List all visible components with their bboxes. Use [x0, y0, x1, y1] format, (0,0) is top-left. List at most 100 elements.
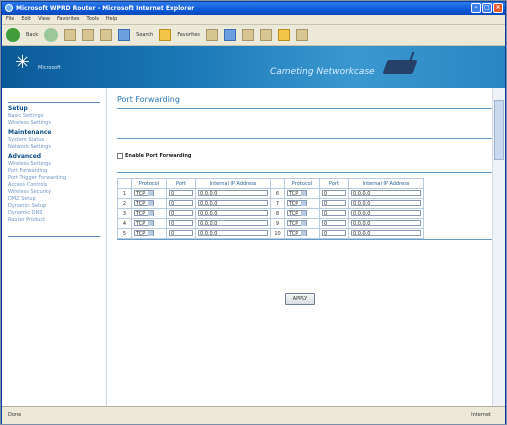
menu-help[interactable]: Help [106, 15, 117, 24]
protocol-select[interactable]: TCP [287, 220, 307, 227]
col-ip-2: Internal IP Address [348, 178, 424, 189]
chevron-down-icon[interactable] [148, 201, 153, 206]
port-input[interactable]: 0 [169, 190, 193, 197]
sidebar-item-dynamic-setup[interactable]: Dynamic Setup [2, 203, 106, 210]
minimize-button[interactable]: – [471, 3, 481, 13]
col-port-1: Port [166, 178, 196, 189]
maximize-button[interactable]: □ [482, 3, 492, 13]
sidebar-item-basic-settings[interactable]: Basic Settings [2, 113, 106, 120]
title-divider [117, 108, 493, 109]
sidebar-item-adv-wireless[interactable]: Wireless Settings [2, 161, 106, 168]
enable-port-forwarding-checkbox[interactable] [117, 153, 123, 159]
chevron-down-icon[interactable] [148, 221, 153, 226]
row-number: 1 [117, 188, 132, 199]
sidebar-item-port-forwarding[interactable]: Port Forwarding [2, 168, 106, 175]
port-input[interactable]: 0 [169, 200, 193, 207]
protocol-select[interactable]: TCP [134, 220, 154, 227]
menu-view[interactable]: View [38, 15, 50, 24]
protocol-select[interactable]: TCP [287, 200, 307, 207]
ip-address-input[interactable]: 0.0.0.0 [198, 200, 268, 207]
ip-address-input[interactable]: 0.0.0.0 [351, 230, 421, 237]
port-input[interactable]: 0 [322, 200, 346, 207]
chevron-down-icon[interactable] [301, 231, 306, 236]
ip-address-input[interactable]: 0.0.0.0 [351, 210, 421, 217]
chevron-down-icon[interactable] [148, 231, 153, 236]
ip-address-input[interactable]: 0.0.0.0 [198, 230, 268, 237]
apply-button[interactable]: APPLY [285, 293, 315, 305]
table-row: 5 TCP 0 0.0.0.0 10 TCP 0 0.0.0.0 [117, 228, 424, 239]
menu-file[interactable]: File [6, 15, 14, 24]
history-icon[interactable] [205, 29, 218, 41]
port-input[interactable]: 0 [169, 220, 193, 227]
chevron-down-icon[interactable] [301, 221, 306, 226]
stop-icon[interactable] [64, 29, 77, 41]
row-number: 9 [270, 218, 285, 229]
home-icon[interactable] [100, 29, 113, 41]
port-input[interactable]: 0 [322, 230, 346, 237]
table-header-row: Protocol Port Internal IP Address Protoc… [117, 178, 424, 189]
sidebar-bottom-divider [8, 236, 100, 237]
back-button[interactable] [6, 28, 20, 42]
port-input[interactable]: 0 [169, 210, 193, 217]
row-number: 10 [270, 228, 285, 239]
sidebar-item-dmz-setup[interactable]: DMZ Setup [2, 196, 106, 203]
row-number: 8 [270, 208, 285, 219]
ip-address-input[interactable]: 0.0.0.0 [198, 210, 268, 217]
table-row: 2 TCP 0 0.0.0.0 7 TCP 0 0.0.0.0 [117, 198, 424, 209]
port-input[interactable]: 0 [322, 210, 346, 217]
protocol-select[interactable]: TCP [287, 230, 307, 237]
title-bar: Microsoft WPRD Router - Microsoft Intern… [2, 2, 505, 15]
chevron-down-icon[interactable] [148, 191, 153, 196]
protocol-select[interactable]: TCP [134, 200, 154, 207]
scroll-thumb[interactable] [494, 100, 504, 160]
col-protocol-2: Protocol [284, 178, 320, 189]
print-icon[interactable] [241, 29, 254, 41]
menu-favorites[interactable]: Favorites [57, 15, 80, 24]
vertical-scrollbar[interactable] [492, 88, 505, 406]
sidebar-item-network-settings[interactable]: Network Settings [2, 144, 106, 151]
close-button[interactable]: × [493, 3, 503, 13]
sidebar-item-port-trigger[interactable]: Port Trigger Forwarding [2, 175, 106, 182]
protocol-select[interactable]: TCP [287, 210, 307, 217]
port-input[interactable]: 0 [322, 190, 346, 197]
sidebar-item-wireless-settings[interactable]: Wireless Settings [2, 120, 106, 127]
port-input[interactable]: 0 [169, 230, 193, 237]
mail-icon[interactable] [223, 29, 236, 41]
sidebar-item-router-product[interactable]: Router Product [2, 217, 106, 224]
table-top-divider [117, 172, 493, 173]
row-number: 4 [117, 218, 132, 229]
messenger-icon[interactable] [295, 29, 308, 41]
sidebar-item-wireless-security[interactable]: Wireless Security [2, 189, 106, 196]
sidebar-item-dynamic-dns[interactable]: Dynamic DNS [2, 210, 106, 217]
refresh-icon[interactable] [82, 29, 95, 41]
forward-button[interactable] [44, 28, 59, 42]
table-row: 3 TCP 0 0.0.0.0 8 TCP 0 0.0.0.0 [117, 208, 424, 219]
chevron-down-icon[interactable] [148, 211, 153, 216]
ip-address-input[interactable]: 0.0.0.0 [351, 190, 421, 197]
chevron-down-icon[interactable] [301, 211, 306, 216]
sidebar-item-access-controls[interactable]: Access Controls [2, 182, 106, 189]
row-number: 2 [117, 198, 132, 209]
favorites-icon[interactable] [159, 29, 172, 41]
protocol-select[interactable]: TCP [134, 190, 154, 197]
port-input[interactable]: 0 [322, 220, 346, 227]
folder-icon[interactable] [277, 29, 290, 41]
router-banner: ✳ Microsoft Cameting Networkcase [2, 46, 505, 88]
edit-icon[interactable] [259, 29, 272, 41]
ip-address-input[interactable]: 0.0.0.0 [198, 190, 268, 197]
chevron-down-icon[interactable] [301, 201, 306, 206]
protocol-select[interactable]: TCP [134, 210, 154, 217]
col-port-2: Port [319, 178, 349, 189]
main-panel: Port Forwarding Enable Port Forwarding P… [107, 88, 493, 406]
ip-address-input[interactable]: 0.0.0.0 [351, 200, 421, 207]
menu-edit[interactable]: Edit [21, 15, 31, 24]
protocol-select[interactable]: TCP [287, 190, 307, 197]
protocol-select[interactable]: TCP [134, 230, 154, 237]
menu-tools[interactable]: Tools [87, 15, 99, 24]
search-icon[interactable] [118, 29, 131, 41]
ip-address-input[interactable]: 0.0.0.0 [351, 220, 421, 227]
chevron-down-icon[interactable] [301, 191, 306, 196]
sidebar-item-system-status[interactable]: System Status [2, 137, 106, 144]
page-title: Port Forwarding [117, 95, 180, 104]
ip-address-input[interactable]: 0.0.0.0 [198, 220, 268, 227]
